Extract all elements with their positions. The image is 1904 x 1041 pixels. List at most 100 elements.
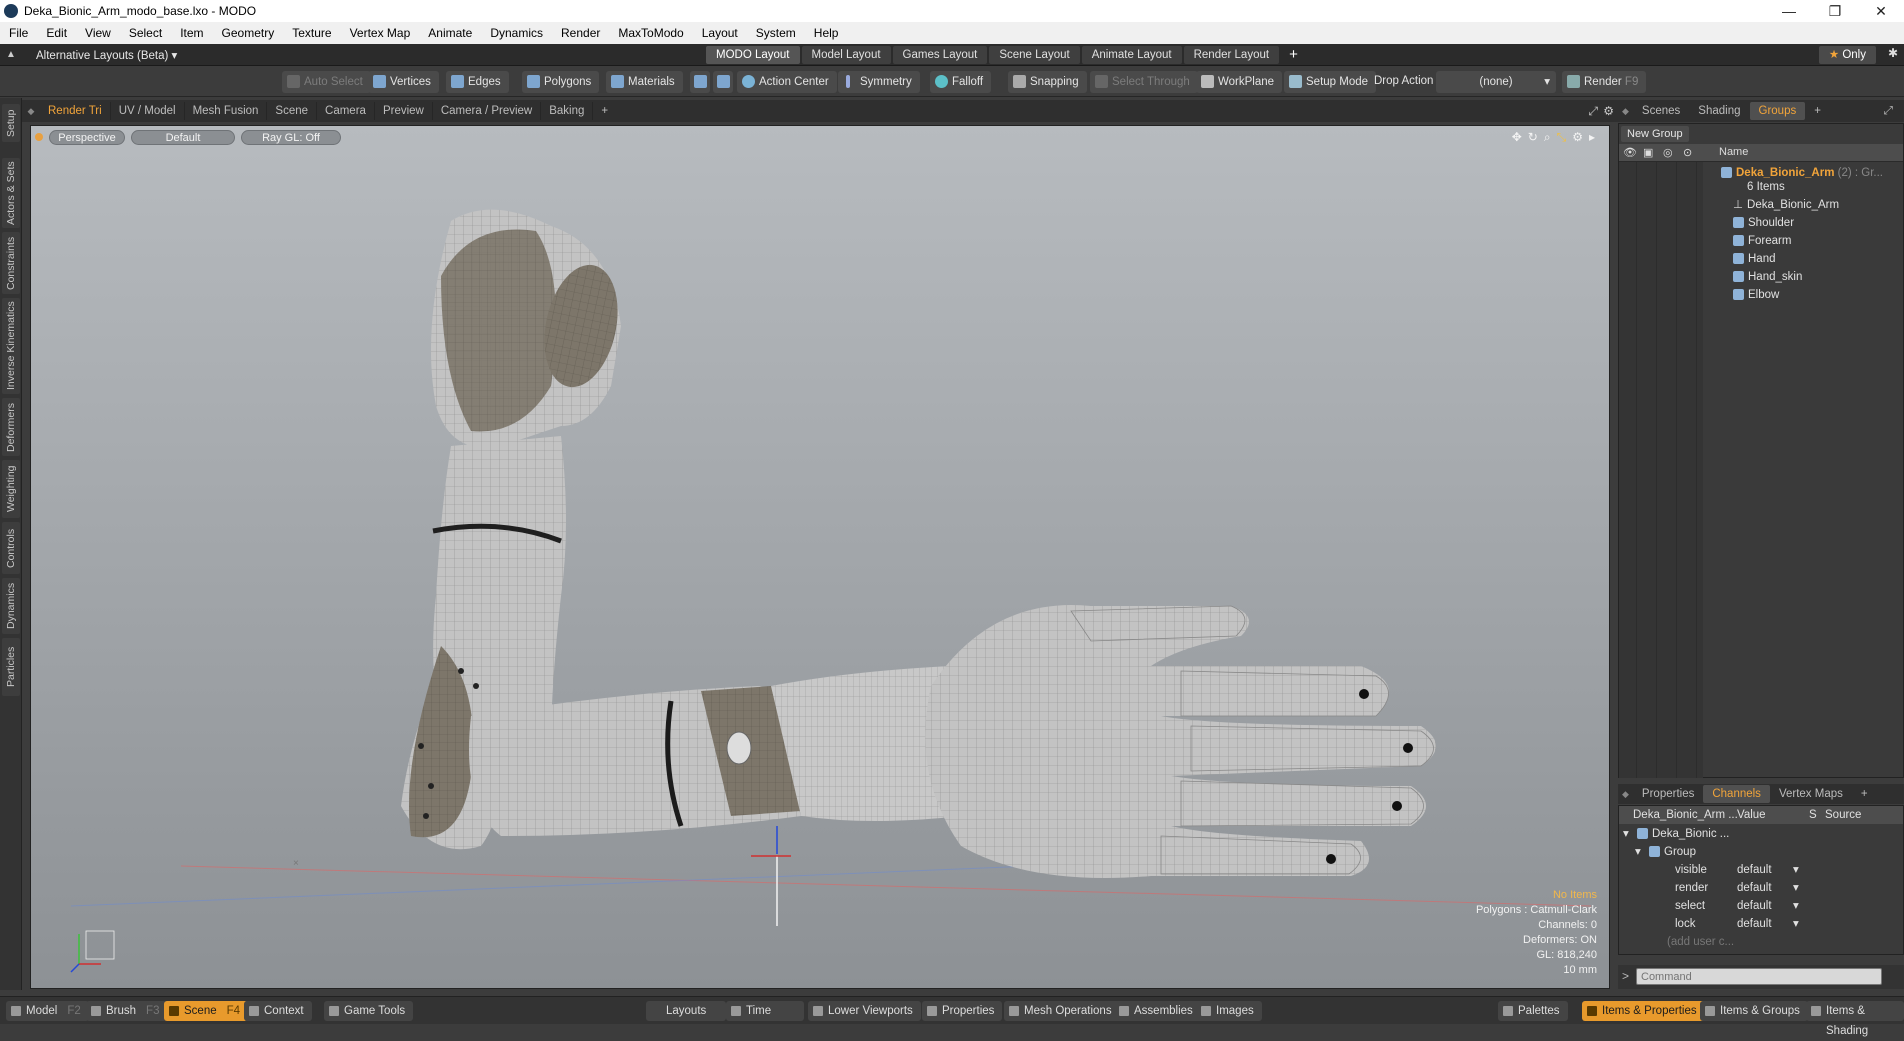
items-groups-button[interactable]: Items & Groups — [1700, 1001, 1808, 1021]
images-button[interactable]: Images — [1196, 1001, 1262, 1021]
render-column-icon[interactable]: ▣ — [1643, 146, 1653, 159]
dropdown-arrow-icon[interactable]: ▾ — [1793, 897, 1799, 915]
tab-camera-preview[interactable]: Camera / Preview — [433, 102, 542, 120]
tab-baking[interactable]: Baking — [541, 102, 594, 120]
menu-select[interactable]: Select — [120, 26, 171, 40]
tab-particles[interactable]: Particles — [2, 638, 20, 696]
maximize-viewport-icon[interactable]: ⤢ — [1588, 104, 1598, 119]
new-group-button[interactable]: New Group — [1621, 126, 1689, 142]
select-column-icon[interactable]: ⊙ — [1683, 146, 1692, 159]
layout-tab-animate[interactable]: Animate Layout — [1081, 45, 1182, 64]
menu-render[interactable]: Render — [552, 26, 609, 40]
render-button[interactable]: Render F9 — [1562, 71, 1647, 93]
menu-item[interactable]: Item — [171, 26, 212, 40]
menu-geometry[interactable]: Geometry — [213, 26, 284, 40]
tab-scene[interactable]: Scene — [267, 102, 318, 120]
tab-inverse-kinematics[interactable]: Inverse Kinematics — [2, 298, 20, 394]
menu-help[interactable]: Help — [805, 26, 848, 40]
viewport-options-icon[interactable]: ⚙ — [1603, 104, 1614, 118]
menu-dynamics[interactable]: Dynamics — [481, 26, 552, 40]
channel-row-visible[interactable]: visible default ▾ — [1619, 861, 1903, 879]
add-properties-tab-button[interactable]: + — [1852, 785, 1877, 803]
add-panel-tab-button[interactable]: + — [1805, 102, 1830, 120]
polygons-button[interactable]: Polygons — [522, 71, 600, 93]
tab-uv-model[interactable]: UV / Model — [111, 102, 185, 120]
group-item[interactable]: Shoulder — [1619, 214, 1903, 232]
alternative-layouts-dropdown[interactable]: Alternative Layouts (Beta) ▾ — [36, 48, 706, 62]
tab-dynamics[interactable]: Dynamics — [2, 578, 20, 634]
falloff-button[interactable]: Falloff — [930, 71, 992, 93]
layout-tab-model[interactable]: Model Layout — [801, 45, 891, 64]
edges-button[interactable]: Edges — [446, 71, 509, 93]
collapse-arrow-icon[interactable]: ▲ — [0, 49, 22, 60]
mode-game-tools-button[interactable]: Game Tools — [324, 1001, 414, 1021]
tab-channels[interactable]: Channels — [1703, 785, 1770, 803]
group-item[interactable]: ⊥ Deka_Bionic_Arm — [1619, 196, 1903, 214]
tab-shading[interactable]: Shading — [1689, 102, 1749, 120]
tab-weighting[interactable]: Weighting — [2, 460, 20, 518]
restore-button[interactable]: ❐ — [1812, 0, 1858, 22]
menu-maxtomodo[interactable]: MaxToModo — [609, 26, 692, 40]
snapping-button[interactable]: Snapping — [1008, 71, 1087, 93]
3d-viewport[interactable]: Perspective Default Ray GL: Off ✥ ↻ ⌕ ⤡ … — [30, 125, 1610, 989]
tab-setup[interactable]: Setup — [2, 104, 20, 142]
mode-scene-button[interactable]: Scene F4 — [164, 1001, 249, 1021]
minimize-button[interactable]: — — [1766, 0, 1812, 22]
dropdown-arrow-icon[interactable]: ▾ — [1793, 915, 1799, 933]
group-item[interactable]: Elbow — [1619, 286, 1903, 304]
action-center-button[interactable]: Action Center — [737, 71, 837, 93]
add-viewport-tab-button[interactable]: + — [593, 102, 616, 120]
time-button[interactable]: Time — [726, 1001, 804, 1021]
mode-model-button[interactable]: Model F2 — [6, 1001, 89, 1021]
menu-view[interactable]: View — [76, 26, 120, 40]
vertices-button[interactable]: Vertices — [368, 71, 439, 93]
mesh-operations-button[interactable]: Mesh Operations — [1004, 1001, 1120, 1021]
layout-tab-render[interactable]: Render Layout — [1183, 45, 1280, 64]
tab-constraints[interactable]: Constraints — [2, 232, 20, 294]
tab-camera[interactable]: Camera — [317, 102, 375, 120]
add-layout-button[interactable]: + — [1289, 46, 1298, 63]
layout-tab-modo[interactable]: MODO Layout — [706, 45, 800, 64]
panel-maximize-icon[interactable]: ⤢ — [1875, 102, 1902, 120]
lower-viewports-button[interactable]: Lower Viewports — [808, 1001, 921, 1021]
menu-edit[interactable]: Edit — [37, 26, 76, 40]
tab-render-tri[interactable]: Render Tri — [40, 102, 111, 120]
tab-deformers[interactable]: Deformers — [2, 398, 20, 456]
tab-actors-sets[interactable]: Actors & Sets — [2, 158, 20, 228]
select-through-button[interactable]: Select Through — [1090, 71, 1198, 93]
items-shading-button[interactable]: Items & Shading — [1806, 1001, 1904, 1037]
add-user-channel[interactable]: (add user c... — [1619, 933, 1903, 951]
channel-row-render[interactable]: render default ▾ — [1619, 879, 1903, 897]
channel-row-lock[interactable]: lock default ▾ — [1619, 915, 1903, 933]
mode-context-button[interactable]: Context — [244, 1001, 312, 1021]
group-item[interactable]: Forearm — [1619, 232, 1903, 250]
tab-vertex-maps[interactable]: Vertex Maps — [1770, 785, 1852, 803]
layout-settings-icon[interactable]: ✱ — [1888, 46, 1898, 60]
layouts-button[interactable]: Layouts — [646, 1001, 727, 1021]
setup-mode-button[interactable]: Setup Mode — [1284, 71, 1377, 93]
dropdown-arrow-icon[interactable]: ▾ — [1793, 879, 1799, 897]
lock-column-icon[interactable]: ◎ — [1663, 146, 1673, 159]
layout-tab-games[interactable]: Games Layout — [892, 45, 988, 64]
command-input[interactable] — [1636, 968, 1882, 985]
tab-preview[interactable]: Preview — [375, 102, 433, 120]
channel-row-select[interactable]: select default ▾ — [1619, 897, 1903, 915]
menu-animate[interactable]: Animate — [419, 26, 481, 40]
select-mode-2-icon-button[interactable] — [713, 71, 733, 93]
properties-button[interactable]: Properties — [922, 1001, 1003, 1021]
mode-brush-button[interactable]: Brush F3 — [86, 1001, 168, 1021]
menu-vertex-map[interactable]: Vertex Map — [341, 26, 420, 40]
channel-root[interactable]: ▾ Deka_Bionic ... — [1619, 825, 1903, 843]
items-properties-button[interactable]: Items & Properties — [1582, 1001, 1705, 1021]
channel-group[interactable]: ▾ Group — [1619, 843, 1903, 861]
materials-button[interactable]: Materials — [606, 71, 683, 93]
layout-tab-scene[interactable]: Scene Layout — [989, 45, 1080, 64]
visibility-column-icon[interactable]: 👁 — [1623, 146, 1637, 159]
close-button[interactable]: ✕ — [1858, 0, 1904, 22]
workplane-button[interactable]: WorkPlane — [1196, 71, 1283, 93]
menu-file[interactable]: File — [0, 26, 37, 40]
select-mode-icon-button[interactable] — [690, 71, 710, 93]
dropdown-arrow-icon[interactable]: ▾ — [1793, 861, 1799, 879]
group-item[interactable]: Hand_skin — [1619, 268, 1903, 286]
drop-action-dropdown[interactable]: (none) ▾ — [1436, 71, 1556, 93]
